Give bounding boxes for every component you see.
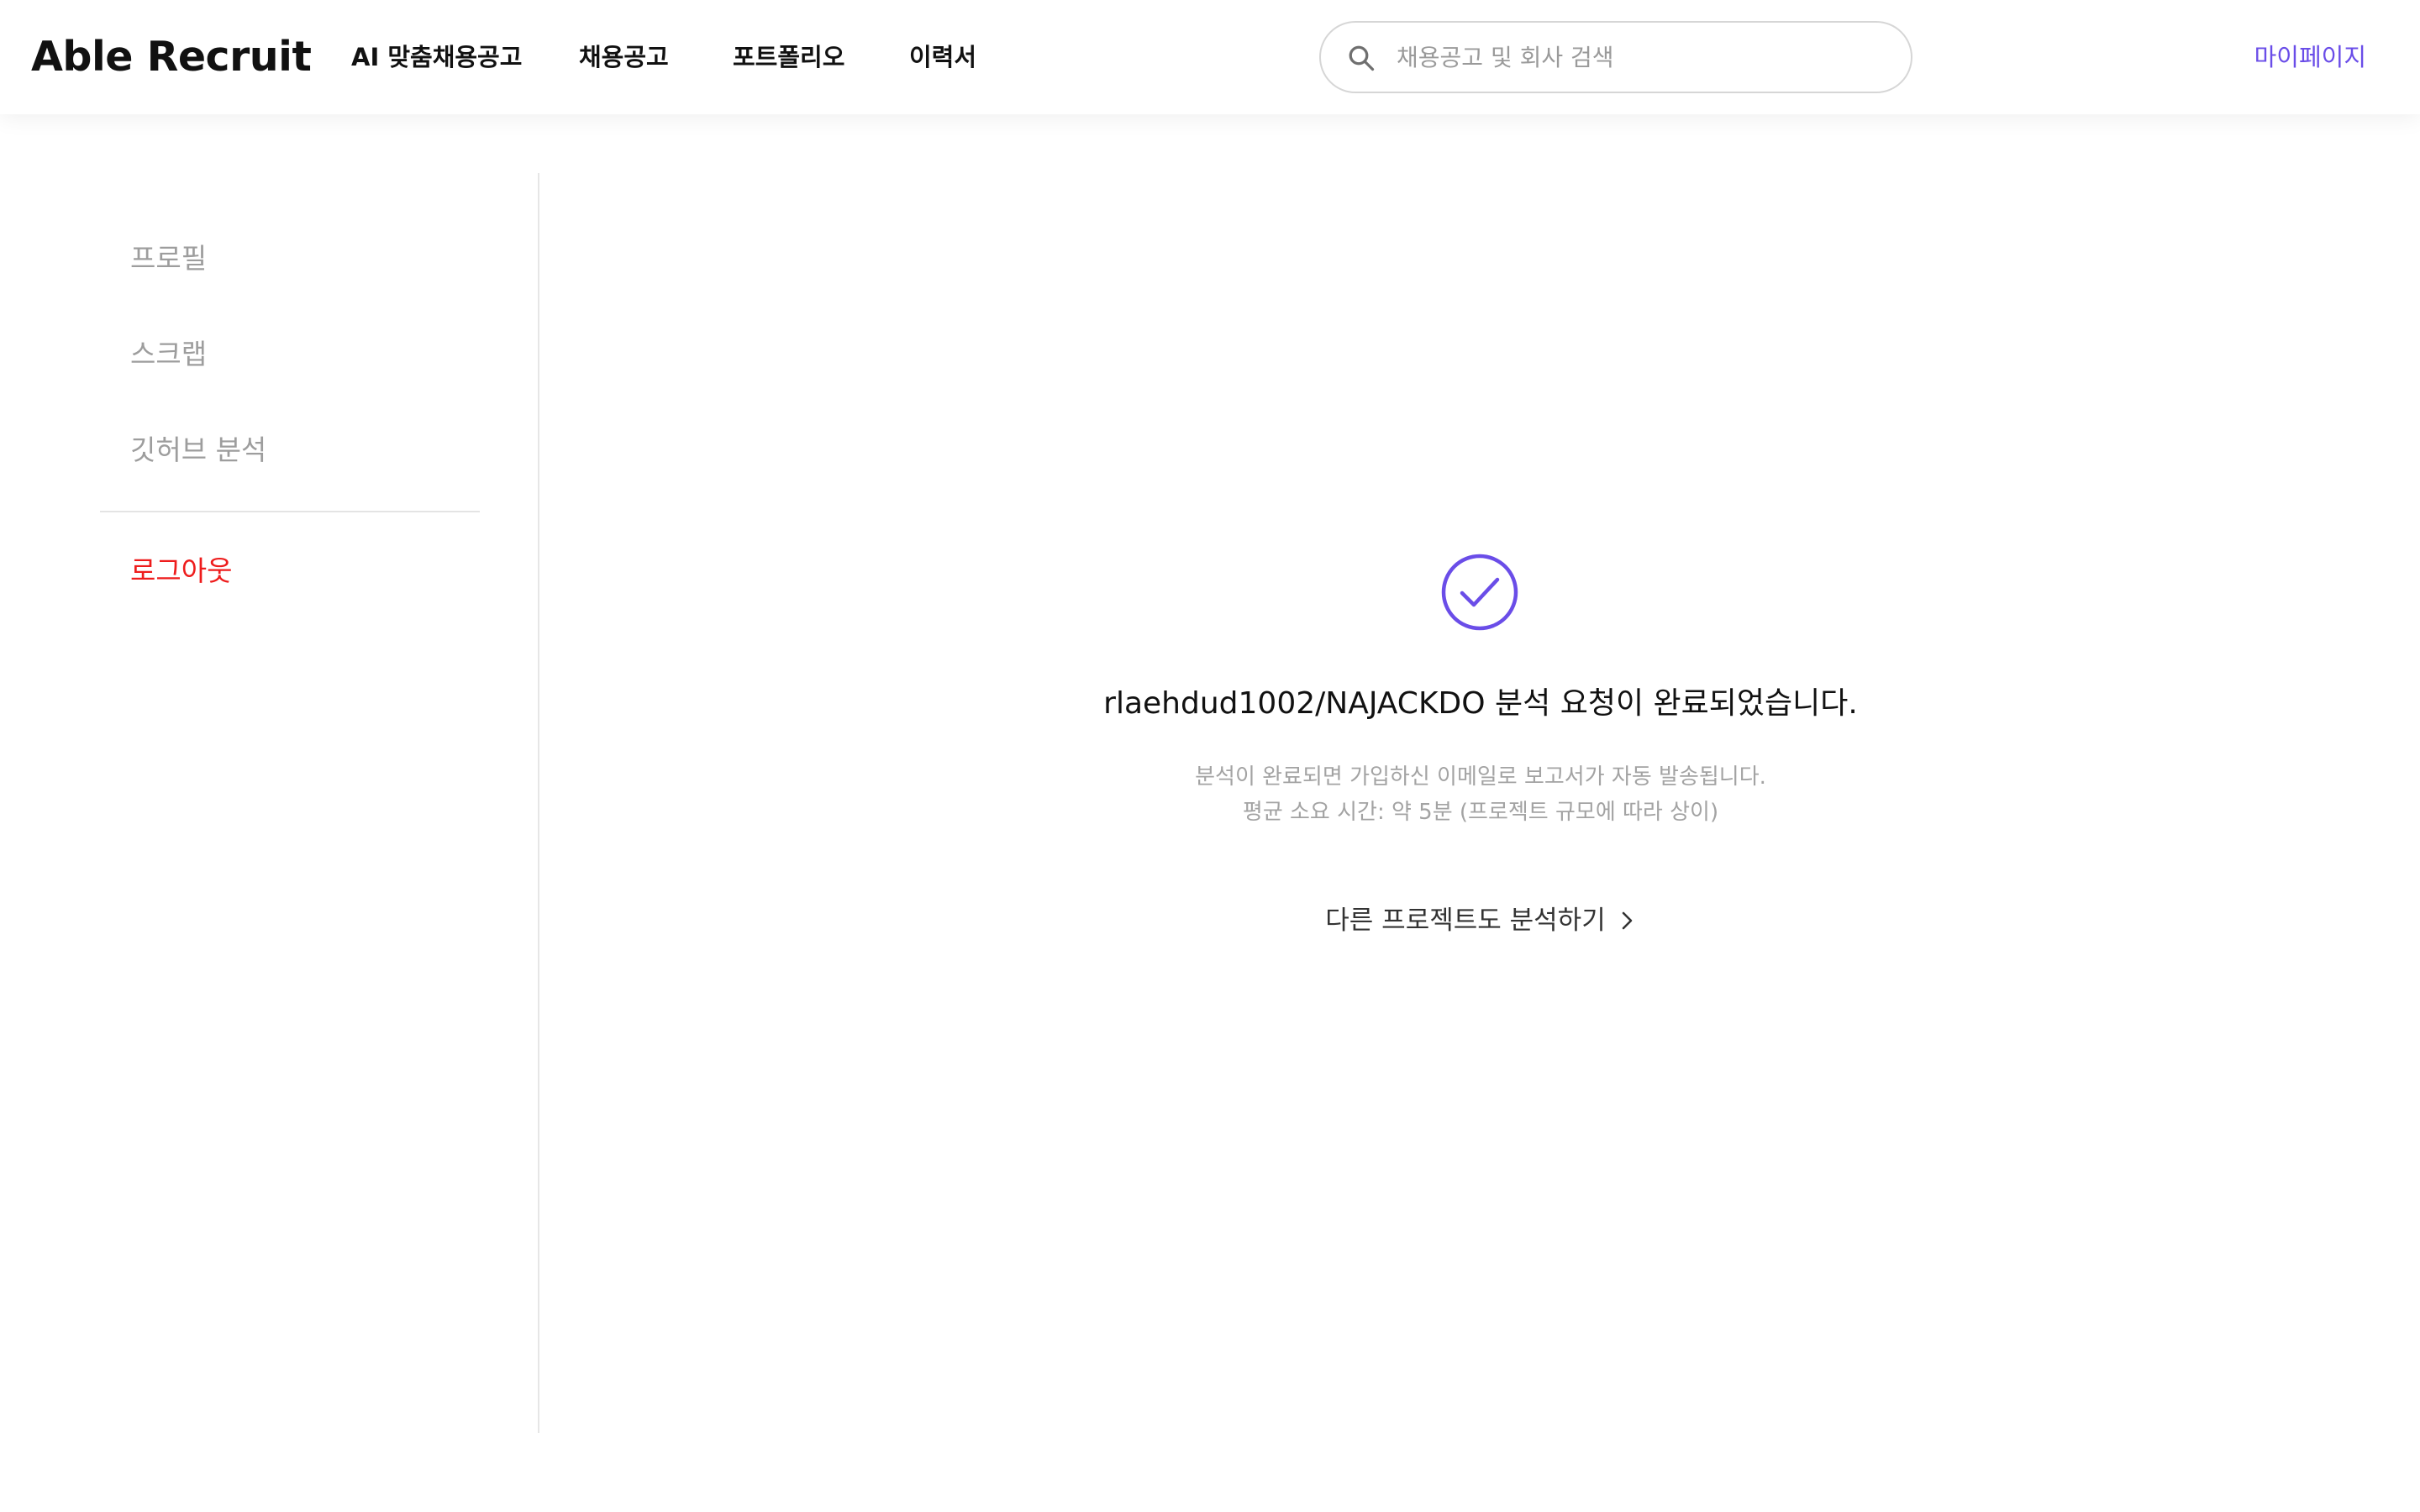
mypage-link[interactable]: 마이페이지 xyxy=(2254,39,2366,76)
chevron-right-icon xyxy=(1622,911,1633,930)
analysis-complete-title: rlaehdud1002/NAJACKDO 분석 요청이 완료되었습니다. xyxy=(1103,686,1858,721)
nav-portfolio[interactable]: 포트폴리오 xyxy=(733,39,844,76)
sidebar-item-scrap[interactable]: 스크랩 xyxy=(130,334,207,375)
analysis-info-line-2: 평균 소요 시간: 약 5분 (프로젝트 규모에 따라 상이) xyxy=(1242,800,1719,825)
nav-ai-recommended-jobs[interactable]: AI 맞춤채용공고 xyxy=(351,39,522,76)
sidebar-divider xyxy=(100,511,480,512)
check-circle-icon xyxy=(1441,554,1518,631)
nav-jobs[interactable]: 채용공고 xyxy=(579,39,669,76)
search-icon xyxy=(1349,45,1375,71)
nav-resume[interactable]: 이력서 xyxy=(909,39,976,76)
search-input[interactable] xyxy=(1395,36,1882,78)
logout-button[interactable]: 로그아웃 xyxy=(130,551,232,591)
analyze-another-label: 다른 프로젝트도 분석하기 xyxy=(1325,906,1606,936)
sidebar: 프로필 스크랩 깃허브 분석 로그아웃 xyxy=(0,173,539,1433)
top-header: Able Recruit AI 맞춤채용공고 채용공고 포트폴리오 이력서 마이… xyxy=(0,0,2420,114)
search-box[interactable] xyxy=(1319,21,1912,93)
analyze-another-link[interactable]: 다른 프로젝트도 분석하기 xyxy=(1325,900,1635,941)
main-content: rlaehdud1002/NAJACKDO 분석 요청이 완료되었습니다. 분석… xyxy=(541,114,2420,1512)
analysis-info-line-1: 분석이 완료되면 가입하신 이메일로 보고서가 자동 발송됩니다. xyxy=(1195,764,1766,790)
sidebar-item-profile[interactable]: 프로필 xyxy=(130,239,207,279)
sidebar-item-github-analysis[interactable]: 깃허브 분석 xyxy=(130,430,266,470)
app-logo[interactable]: Able Recruit xyxy=(31,30,312,84)
analyze-another-link-row: 다른 프로젝트도 분석하기 xyxy=(541,900,2420,941)
